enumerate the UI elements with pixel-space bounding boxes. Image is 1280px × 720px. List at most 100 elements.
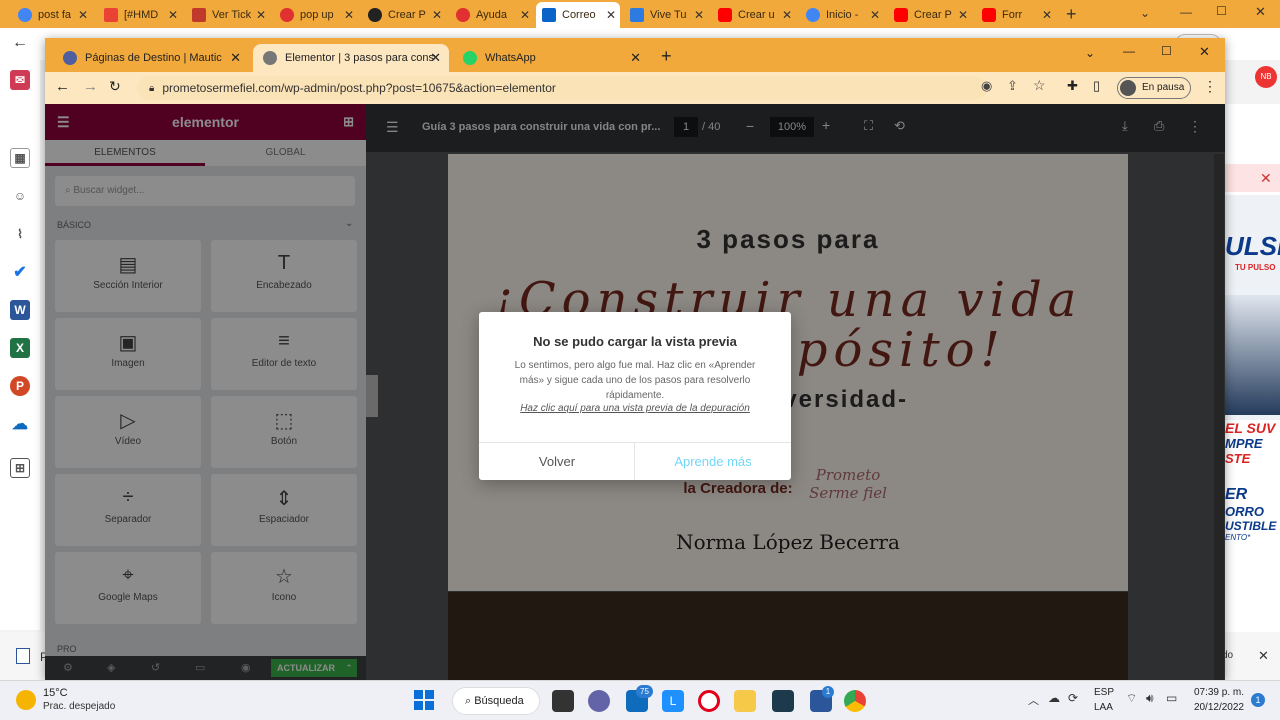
outer-tab[interactable]: Forr ✕ <box>976 4 1056 26</box>
share-icon[interactable]: ⇪ <box>1007 78 1018 94</box>
cloud-icon[interactable]: ☁ <box>1048 691 1060 705</box>
clock-time[interactable]: 07:39 p. m. <box>1192 687 1244 698</box>
maximize-button[interactable]: ☐ <box>1161 44 1172 58</box>
side-panel-icon[interactable]: ▯ <box>1093 78 1100 94</box>
site-favicon-icon <box>280 8 294 22</box>
people-icon[interactable]: ☺ <box>10 186 30 206</box>
close-icon[interactable]: ✕ <box>430 50 441 66</box>
close-icon[interactable]: ✕ <box>344 8 354 22</box>
close-icon[interactable]: ✕ <box>1042 8 1052 22</box>
mautic-icon <box>63 51 77 65</box>
reload-icon[interactable]: ↻ <box>109 78 121 95</box>
outer-tab[interactable]: Inicio - ✕ <box>800 4 884 26</box>
close-icon[interactable]: ✕ <box>782 8 792 22</box>
advertisement[interactable]: ULSE TU PULSO EL SUV MPRE STE ER ORRO US… <box>1225 195 1280 635</box>
extensions-icon[interactable]: ✚ <box>1067 78 1078 94</box>
avatar[interactable]: NB <box>1255 66 1277 88</box>
menu-dots-icon[interactable]: ⋮ <box>1203 78 1217 95</box>
task-view-icon[interactable] <box>552 690 574 712</box>
url-field[interactable]: 🔒︎ prometosermefiel.com/wp-admin/post.ph… <box>137 76 987 100</box>
minimize-button[interactable]: — <box>1123 44 1135 58</box>
inner-tab[interactable]: WhatsApp ✕ <box>453 44 649 72</box>
ad-line: USTIBLE <box>1225 519 1277 533</box>
close-icon[interactable]: ✕ <box>958 8 968 22</box>
opera-icon[interactable] <box>698 690 720 712</box>
close-icon[interactable]: ✕ <box>230 50 241 66</box>
wifi-icon[interactable]: ⌔ <box>1126 691 1137 706</box>
attach-icon[interactable]: ⌇ <box>10 224 30 244</box>
windows-start-icon[interactable] <box>414 690 434 710</box>
ad-car-image <box>1225 295 1280 415</box>
close-icon[interactable]: ✕ <box>1258 648 1269 664</box>
outer-tab[interactable]: Ver Tick ✕ <box>186 4 270 26</box>
apps-icon[interactable]: ⊞ <box>10 458 30 478</box>
close-icon[interactable]: ✕ <box>870 8 880 22</box>
forward-arrow-icon[interactable]: → <box>83 78 98 95</box>
battery-icon[interactable]: ▭ <box>1166 691 1177 705</box>
file-explorer-icon[interactable] <box>734 690 756 712</box>
outer-tab[interactable]: [#HMD ✕ <box>98 4 182 26</box>
outer-tab[interactable]: pop up ✕ <box>274 4 358 26</box>
ad-line: MPRE <box>1225 436 1263 451</box>
taskbar-search[interactable]: ⌕ Búsqueda <box>452 687 540 715</box>
inner-tab-active[interactable]: Elementor | 3 pasos para constru ✕ <box>253 44 449 72</box>
close-window-button[interactable]: ✕ <box>1255 4 1266 20</box>
document-icon <box>16 648 30 664</box>
outer-tab[interactable]: Crear P ✕ <box>362 4 446 26</box>
close-icon[interactable]: ✕ <box>630 50 641 66</box>
back-arrow-icon[interactable]: ← <box>12 34 28 52</box>
close-icon[interactable]: ✕ <box>256 8 266 22</box>
close-icon[interactable]: ✕ <box>694 8 704 22</box>
star-icon[interactable]: ☆ <box>1033 77 1046 94</box>
inner-tab[interactable]: Páginas de Destino | Mautic ✕ <box>53 44 249 72</box>
eye-icon[interactable]: ◉ <box>981 78 992 94</box>
chrome-icon[interactable] <box>844 690 866 712</box>
app-l-icon[interactable]: L <box>662 690 684 712</box>
clock-date[interactable]: 20/12/2022 <box>1192 702 1244 713</box>
powerpoint-icon[interactable]: P <box>10 376 30 396</box>
learn-more-button[interactable]: Aprende más <box>635 443 791 480</box>
close-icon[interactable]: ✕ <box>606 8 616 22</box>
code-editor-icon[interactable] <box>772 690 794 712</box>
todo-icon[interactable]: ✔ <box>10 262 30 282</box>
language-indicator[interactable]: ESP <box>1094 687 1114 698</box>
profile-pause-chip[interactable]: En pausa <box>1117 77 1191 99</box>
chevron-down-icon[interactable]: ⌄ <box>1085 46 1095 60</box>
notification-center-badge[interactable]: 1 <box>1251 693 1265 707</box>
minimize-button[interactable]: — <box>1180 5 1192 19</box>
maximize-button[interactable]: ☐ <box>1216 4 1227 18</box>
sync-icon[interactable]: ⟳ <box>1068 691 1078 705</box>
back-arrow-icon[interactable]: ← <box>55 78 70 95</box>
close-icon[interactable]: ✕ <box>1260 170 1272 187</box>
close-window-button[interactable]: ✕ <box>1199 44 1210 60</box>
outlook-icon <box>542 8 556 22</box>
word-icon[interactable]: W <box>10 300 30 320</box>
teams-chat-icon[interactable] <box>588 690 610 712</box>
back-button[interactable]: Volver <box>479 443 635 480</box>
outer-tab[interactable]: Crear u ✕ <box>712 4 796 26</box>
close-icon[interactable]: ✕ <box>432 8 442 22</box>
tab-search-icon[interactable]: ⌄ <box>1140 6 1150 20</box>
outer-tab[interactable]: post fa ✕ <box>12 4 92 26</box>
outer-tab[interactable]: Crear P ✕ <box>888 4 972 26</box>
close-icon[interactable]: ✕ <box>520 8 530 22</box>
outer-tab[interactable]: Ayuda ✕ <box>450 4 534 26</box>
excel-icon[interactable]: X <box>10 338 30 358</box>
close-icon[interactable]: ✕ <box>168 8 178 22</box>
calendar-icon[interactable]: ▦ <box>10 148 30 168</box>
new-tab-button[interactable]: + <box>661 46 672 67</box>
outer-tab-active[interactable]: Correo ✕ <box>536 2 620 28</box>
weather-sun-icon[interactable] <box>16 690 36 710</box>
debug-preview-link[interactable]: Haz clic aquí para una vista previa de l… <box>489 403 781 414</box>
ad-line: ER <box>1225 486 1248 503</box>
panel-collapse-handle[interactable] <box>366 375 378 417</box>
close-icon[interactable]: ✕ <box>78 8 88 22</box>
new-tab-button[interactable]: + <box>1066 4 1077 25</box>
onedrive-icon[interactable]: ☁ <box>10 414 30 434</box>
chrome-favicon-icon <box>18 8 32 22</box>
chevron-up-icon[interactable]: ︿ <box>1028 692 1039 708</box>
ad-line: STE <box>1225 451 1251 466</box>
volume-icon[interactable]: 🔊︎ <box>1146 691 1154 706</box>
outer-tab[interactable]: Vive Tu ✕ <box>624 4 708 26</box>
mail-icon[interactable]: ✉ <box>10 70 30 90</box>
